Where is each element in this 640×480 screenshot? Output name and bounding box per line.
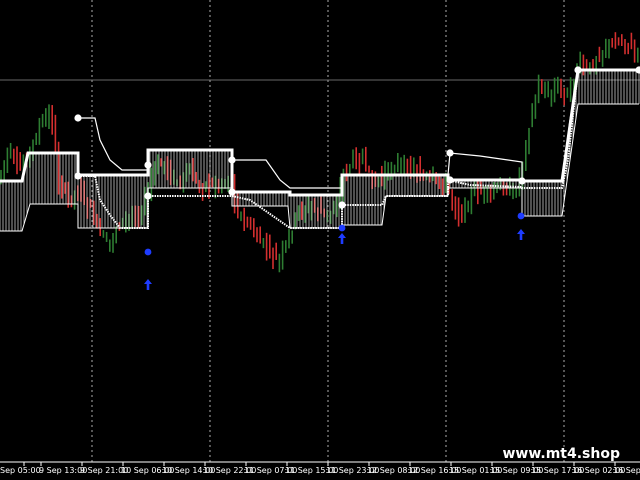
pivot-dot: [518, 177, 526, 185]
pivot-dot: [74, 172, 82, 180]
buy-signal-dot: [338, 224, 346, 232]
buy-signal-dot: [517, 212, 525, 220]
pivot-dot: [144, 192, 152, 200]
signals-layer: [144, 212, 525, 290]
bands-layer: [0, 68, 640, 232]
grid-layer: [0, 0, 640, 462]
buy-arrow-icon: [517, 229, 525, 240]
pivot-dot: [574, 66, 582, 74]
watermark: www.mt4.shop: [502, 446, 620, 462]
pivot-dot: [446, 176, 454, 184]
pivot-dot: [228, 156, 236, 164]
chart-area: Sep 05:00 9 Sep 13:00 9 Sep 21:00 10 Sep 06…: [0, 0, 640, 480]
pivot-dot: [144, 161, 152, 169]
pivot-dot: [228, 188, 236, 196]
buy-signal-dot: [144, 248, 152, 256]
upper-band-line: [0, 68, 639, 197]
candles-layer: [0, 32, 639, 273]
x-tick-label: 16 Sep 10:00: [613, 466, 640, 475]
buy-arrow-icon: [144, 279, 152, 290]
x-tick-label: Sep 05:00: [0, 466, 41, 475]
x-axis: Sep 05:009 Sep 13:009 Sep 21:0010 Sep 06…: [0, 461, 640, 475]
pivot-dot: [338, 201, 346, 209]
pivot-dot: [446, 149, 454, 157]
pivot-dot: [74, 114, 82, 122]
buy-arrow-icon: [338, 233, 346, 244]
price-chart: Sep 05:009 Sep 13:009 Sep 21:0010 Sep 06…: [0, 0, 640, 475]
